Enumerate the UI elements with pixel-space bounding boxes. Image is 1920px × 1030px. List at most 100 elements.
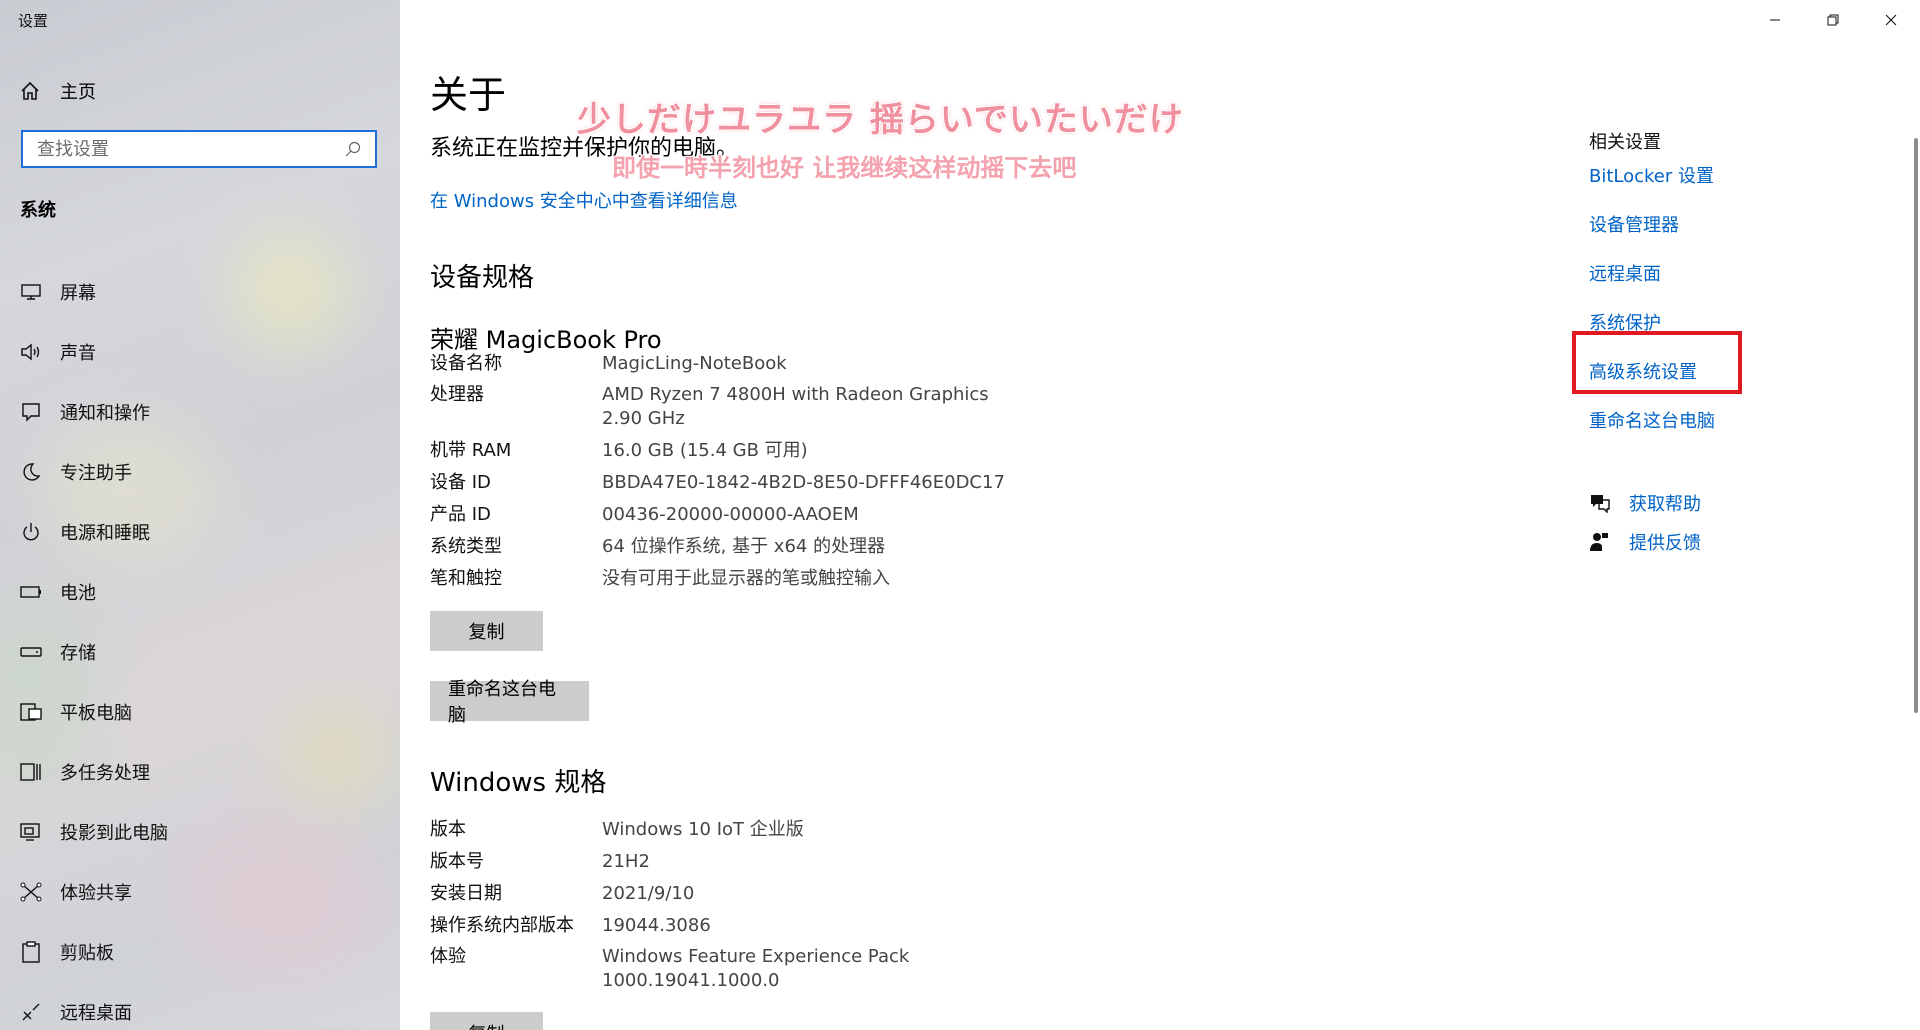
spec-value: 21H2 [602,851,650,872]
spec-key: 设备名称 [430,353,502,374]
sidebar: 设置 主页 系统 屏幕 声音 通知和操作 专注助手 [0,0,400,1030]
restore-icon [1827,11,1839,30]
device-spec-heading: 设备规格 [430,263,535,293]
spec-row: 产品 ID 00436-20000-00000-AAOEM [430,503,859,527]
sidebar-item-label: 投影到此电脑 [60,823,168,844]
project-icon [20,821,42,843]
feedback-person-icon [1589,532,1613,552]
remote-desktop-link[interactable]: 远程桌面 [1589,260,1661,286]
sidebar-item-label: 屏幕 [60,283,96,304]
spec-key: 产品 ID [430,504,491,525]
sidebar-item-label: 通知和操作 [60,403,150,424]
clipboard-icon [20,941,42,963]
spec-value: 00436-20000-00000-AAOEM [602,504,859,525]
sidebar-nav: 屏幕 声音 通知和操作 专注助手 电源和睡眠 电池 存储 平板电脑 多任务处理 … [0,262,400,1030]
spec-value-line: AMD Ryzen 7 4800H with Radeon Graphics [602,384,989,405]
close-icon [1885,11,1897,30]
spec-value: Windows Feature Experience Pack 1000.190… [602,945,909,993]
related-settings-title: 相关设置 [1589,132,1661,153]
spec-key: 系统类型 [430,536,502,557]
spec-value: MagicLing-NoteBook [602,353,787,374]
spec-key: 版本号 [430,851,484,872]
sidebar-item-shared-experiences[interactable]: 体验共享 [0,862,400,922]
spec-row: 安装日期 2021/9/10 [430,882,694,906]
copy-button-2[interactable]: 复制 [430,1012,543,1030]
home-icon [20,81,42,101]
spec-value: Windows 10 IoT 企业版 [602,819,804,840]
window-controls [1746,0,1920,40]
sidebar-item-power-sleep[interactable]: 电源和睡眠 [0,502,400,562]
minimize-button[interactable] [1746,0,1804,40]
sidebar-item-tablet[interactable]: 平板电脑 [0,682,400,742]
monitor-icon [20,281,42,303]
device-manager-link[interactable]: 设备管理器 [1589,211,1679,237]
spec-value: 16.0 GB (15.4 GB 可用) [602,440,808,461]
rename-pc-link[interactable]: 重命名这台电脑 [1589,407,1715,433]
multitask-icon [20,761,42,783]
sidebar-item-label: 电源和睡眠 [60,523,150,544]
get-help-link[interactable]: 获取帮助 [1589,490,1701,516]
help-chat-icon [1589,493,1613,513]
sidebar-item-label: 剪贴板 [60,943,114,964]
spec-row: 设备 ID BBDA47E0-1842-4B2D-8E50-DFFF46E0DC… [430,471,1005,495]
spec-value-line: 1000.19041.1000.0 [602,970,780,991]
spec-row: 操作系统内部版本 19044.3086 [430,914,711,938]
get-help-label: 获取帮助 [1629,494,1701,515]
sidebar-item-label: 专注助手 [60,463,132,484]
spec-value: 19044.3086 [602,915,711,936]
remote-desktop-icon [20,1001,42,1023]
storage-icon [20,641,42,663]
spec-value: 没有可用于此显示器的笔或触控输入 [602,568,890,589]
sidebar-item-storage[interactable]: 存储 [0,622,400,682]
search-box[interactable] [21,130,377,168]
power-icon [20,521,42,543]
spec-row: 笔和触控 没有可用于此显示器的笔或触控输入 [430,567,890,591]
spec-value-line: 2.90 GHz [602,408,685,429]
rename-pc-button[interactable]: 重命名这台电脑 [430,679,589,726]
page-title: 关于 [430,73,507,117]
sidebar-item-multitasking[interactable]: 多任务处理 [0,742,400,802]
spec-row: 处理器 AMD Ryzen 7 4800H with Radeon Graphi… [430,383,989,431]
spec-row: 机带 RAM 16.0 GB (15.4 GB 可用) [430,439,808,463]
sidebar-item-project[interactable]: 投影到此电脑 [0,802,400,862]
spec-key: 设备 ID [430,472,491,493]
sidebar-item-label: 存储 [60,643,96,664]
sidebar-item-notifications[interactable]: 通知和操作 [0,382,400,442]
feedback-link[interactable]: 提供反馈 [1589,529,1701,555]
sidebar-item-display[interactable]: 屏幕 [0,262,400,322]
search-icon [345,141,365,157]
sidebar-item-label: 体验共享 [60,883,132,904]
spec-key: 版本 [430,819,466,840]
sidebar-item-sound[interactable]: 声音 [0,322,400,382]
close-button[interactable] [1862,0,1920,40]
scrollbar[interactable] [1914,138,1918,713]
home-label: 主页 [60,82,96,103]
spec-value: BBDA47E0-1842-4B2D-8E50-DFFF46E0DC17 [602,472,1005,493]
sidebar-item-clipboard[interactable]: 剪贴板 [0,922,400,982]
spec-key: 处理器 [430,384,484,405]
sidebar-item-label: 多任务处理 [60,763,150,784]
sidebar-item-remote-desktop[interactable]: 远程桌面 [0,982,400,1030]
section-title: 系统 [20,200,56,221]
copy-button[interactable]: 复制 [430,611,543,651]
device-model: 荣耀 MagicBook Pro [430,326,662,354]
spec-value: 64 位操作系统, 基于 x64 的处理器 [602,536,886,557]
security-center-link[interactable]: 在 Windows 安全中心中查看详细信息 [430,187,738,213]
highlight-box [1572,331,1742,394]
spec-key: 安装日期 [430,883,502,904]
spec-row: 设备名称 MagicLing-NoteBook [430,352,787,376]
bitlocker-settings-link[interactable]: BitLocker 设置 [1589,162,1714,188]
moon-icon [20,461,42,483]
sidebar-home[interactable]: 主页 [20,78,96,104]
tablet-icon [20,701,42,723]
feedback-label: 提供反馈 [1629,533,1701,554]
spec-row: 版本 Windows 10 IoT 企业版 [430,818,804,842]
spec-key: 操作系统内部版本 [430,915,574,936]
restore-button[interactable] [1804,0,1862,40]
spec-value: AMD Ryzen 7 4800H with Radeon Graphics 2… [602,383,989,431]
search-input[interactable] [35,137,345,161]
sidebar-item-label: 远程桌面 [60,1003,132,1024]
spec-key: 笔和触控 [430,568,502,589]
sidebar-item-battery[interactable]: 电池 [0,562,400,622]
sidebar-item-focus-assist[interactable]: 专注助手 [0,442,400,502]
